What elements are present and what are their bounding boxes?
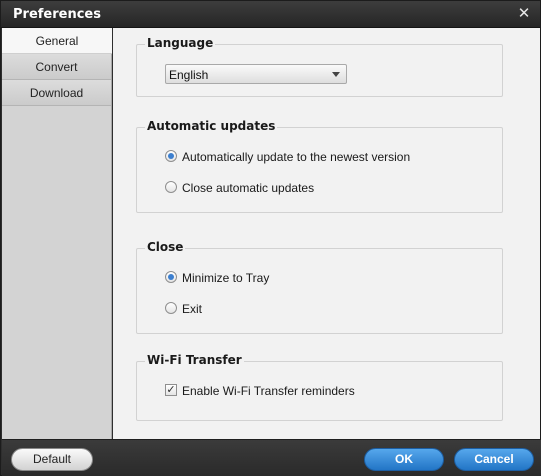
- radio-auto-update-label: Automatically update to the newest versi…: [182, 150, 411, 164]
- sidebar-item-general[interactable]: General: [2, 28, 112, 54]
- close-group: Close Minimize to Tray Exit: [136, 240, 503, 334]
- wifi-group-title: Wi-Fi Transfer: [145, 353, 244, 367]
- radio-exit-label: Exit: [182, 302, 203, 316]
- radio-button-checked[interactable]: [165, 150, 177, 162]
- radio-button[interactable]: [165, 181, 177, 193]
- radio-button-checked[interactable]: [165, 271, 177, 283]
- language-group: Language English: [136, 36, 503, 97]
- updates-group-title: Automatic updates: [145, 119, 278, 133]
- radio-close-updates-label: Close automatic updates: [182, 181, 315, 195]
- preferences-dialog: Preferences ✕ General Convert Download L…: [0, 0, 541, 476]
- language-select[interactable]: English: [165, 64, 347, 84]
- wifi-group: Wi-Fi Transfer ✓ Enable Wi-Fi Transfer r…: [136, 353, 503, 421]
- updates-group: Automatic updates Automatically update t…: [136, 119, 503, 213]
- wifi-reminder-label: Enable Wi-Fi Transfer reminders: [182, 384, 355, 398]
- sidebar-item-download[interactable]: Download: [2, 80, 111, 106]
- cancel-button[interactable]: Cancel: [454, 448, 534, 471]
- sidebar: General Convert Download: [2, 28, 112, 439]
- ok-button[interactable]: OK: [364, 448, 444, 471]
- close-group-title: Close: [145, 240, 186, 254]
- default-button[interactable]: Default: [11, 448, 93, 471]
- title-bar: Preferences ✕: [1, 1, 540, 28]
- checkbox-checked[interactable]: ✓: [165, 384, 177, 396]
- language-select-value: English: [169, 68, 209, 82]
- radio-button[interactable]: [165, 302, 177, 314]
- close-icon[interactable]: ✕: [516, 5, 532, 21]
- radio-minimize-tray-label: Minimize to Tray: [182, 271, 270, 285]
- dialog-title: Preferences: [13, 7, 101, 22]
- chevron-down-icon: [332, 72, 340, 77]
- dialog-footer: Default OK Cancel: [2, 439, 541, 476]
- sidebar-item-convert[interactable]: Convert: [2, 54, 111, 80]
- language-group-title: Language: [145, 36, 216, 50]
- settings-panel: Language English Automatic updates Autom…: [113, 28, 540, 439]
